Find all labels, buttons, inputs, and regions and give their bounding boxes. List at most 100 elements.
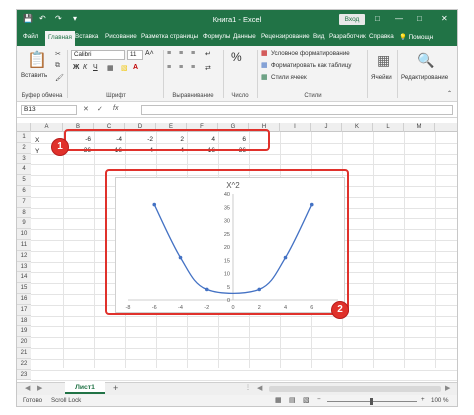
cell-styles-icon[interactable]: ▦ [261,73,268,81]
tab-formulas[interactable]: Формулы [203,33,230,40]
row-header-4[interactable]: 4 [17,164,31,176]
add-sheet-button[interactable]: + [113,383,118,393]
cancel-icon[interactable]: ✕ [83,105,89,113]
row-header-2[interactable]: 2 [17,142,31,154]
conditional-format-icon[interactable]: ▦ [261,49,268,57]
column-header-m[interactable]: M [404,123,435,132]
row-header-22[interactable]: 22 [17,358,31,370]
row-header-21[interactable]: 21 [17,348,31,359]
tab-review[interactable]: Рецензирование [261,33,310,40]
row-header-15[interactable]: 15 [17,283,31,294]
cells-button[interactable]: Ячейки [371,74,392,81]
zoom-slider-thumb[interactable] [370,398,373,405]
select-all-corner[interactable] [17,123,31,132]
minimize-icon[interactable]: — [395,14,403,23]
scroll-left-icon[interactable]: ◀ [257,384,262,392]
maximize-icon[interactable]: □ [417,14,422,23]
signin-button[interactable]: Вход [339,14,365,25]
row-header-23[interactable]: 23 [17,369,31,381]
fill-color-icon[interactable]: ▧ [121,64,128,72]
paste-label[interactable]: Вставить [21,72,47,79]
zoom-out-icon[interactable]: − [317,396,321,403]
zoom-level[interactable]: 100 % [431,397,449,404]
percent-icon[interactable]: % [231,50,242,64]
horizontal-scrollbar[interactable]: ⋮ [245,384,251,391]
format-as-table-button[interactable]: Форматировать как таблицу [271,62,352,69]
align-right-icon[interactable]: ≡ [191,64,195,71]
column-header-k[interactable]: K [342,123,373,132]
merge-cells-icon[interactable]: ⇄ [205,64,211,72]
bold-icon[interactable]: Ж [73,64,79,71]
tab-view[interactable]: Вид [313,33,324,40]
align-top-icon[interactable]: ≡ [167,50,171,57]
cut-icon[interactable]: ✂ [55,50,61,58]
cells-icon[interactable]: ▦ [377,52,390,69]
row-header-9[interactable]: 9 [17,218,31,230]
row-header-20[interactable]: 20 [17,337,31,348]
paste-icon[interactable]: 📋 [27,50,47,70]
column-header-l[interactable]: L [373,123,404,132]
row-header-18[interactable]: 18 [17,315,31,327]
borders-icon[interactable]: ▦ [107,64,114,72]
row-header-3[interactable]: 3 [17,153,31,165]
sheet-tab-list1[interactable]: Лист1 [65,382,105,394]
format-as-table-icon[interactable]: ▦ [261,61,268,69]
editing-button[interactable]: Редактирование [401,74,448,81]
font-color-icon[interactable]: A [133,64,138,71]
row-header-14[interactable]: 14 [17,272,31,284]
page-break-view-icon[interactable]: ▧ [303,396,310,404]
row-header-7[interactable]: 7 [17,196,31,208]
font-name-field[interactable]: Calibri [71,50,125,60]
format-painter-icon[interactable]: 🖌 [55,74,64,82]
next-sheet-icon[interactable]: ▶ [37,384,42,392]
align-middle-icon[interactable]: ≡ [179,50,183,57]
tab-developer[interactable]: Разработчик [329,33,366,40]
find-select-icon[interactable]: 🔍 [417,52,434,69]
tab-help[interactable]: Справка [369,33,394,40]
row-header-8[interactable]: 8 [17,207,31,219]
close-icon[interactable]: ✕ [441,14,448,23]
copy-icon[interactable]: ⧉ [55,62,60,70]
column-header-j[interactable]: J [311,123,342,132]
row-header-11[interactable]: 11 [17,240,31,251]
italic-icon[interactable]: К [83,64,87,71]
cell-a1[interactable]: X [35,135,39,146]
column-header-i[interactable]: I [280,123,311,132]
normal-view-icon[interactable]: ▦ [275,396,282,404]
tab-home[interactable]: Главная [45,31,75,46]
tab-draw[interactable]: Рисование [105,33,137,40]
prev-sheet-icon[interactable]: ◀ [25,384,30,392]
row-header-1[interactable]: 1 [17,132,31,143]
tab-data[interactable]: Данные [233,33,256,40]
name-box[interactable]: B13 [21,105,77,115]
row-header-5[interactable]: 5 [17,175,31,186]
row-header-10[interactable]: 10 [17,229,31,240]
conditional-format-button[interactable]: Условное форматирование [271,50,350,57]
tab-insert[interactable]: Вставка [75,33,98,40]
align-bottom-icon[interactable]: ≡ [191,50,195,57]
scrollbar-track[interactable] [269,386,441,392]
underline-icon[interactable]: Ч [93,64,98,71]
tab-page-layout[interactable]: Разметка страницы [141,33,198,40]
cell-a2[interactable]: Y [35,146,39,157]
insert-function-icon[interactable]: fx [113,105,118,112]
row-header-13[interactable]: 13 [17,261,31,273]
align-center-icon[interactable]: ≡ [179,64,183,71]
row-header-12[interactable]: 12 [17,250,31,262]
increase-font-icon[interactable]: A˄ [145,50,154,57]
cell-styles-button[interactable]: Стили ячеек [271,74,307,81]
collapse-ribbon-icon[interactable]: ⌃ [447,90,452,97]
wrap-text-icon[interactable]: ↵ [205,50,211,58]
font-size-field[interactable]: 11 [127,50,143,60]
zoom-in-icon[interactable]: + [421,396,425,403]
row-header-16[interactable]: 16 [17,294,31,305]
scroll-right-icon[interactable]: ▶ [445,384,450,392]
tab-file[interactable]: Файл [23,33,38,40]
row-header-19[interactable]: 19 [17,326,31,338]
formula-input[interactable] [141,105,453,115]
row-header-6[interactable]: 6 [17,186,31,197]
column-header-a[interactable]: A [31,123,63,132]
page-layout-view-icon[interactable]: ▤ [289,396,296,404]
align-left-icon[interactable]: ≡ [167,64,171,71]
enter-icon[interactable]: ✓ [97,105,103,113]
